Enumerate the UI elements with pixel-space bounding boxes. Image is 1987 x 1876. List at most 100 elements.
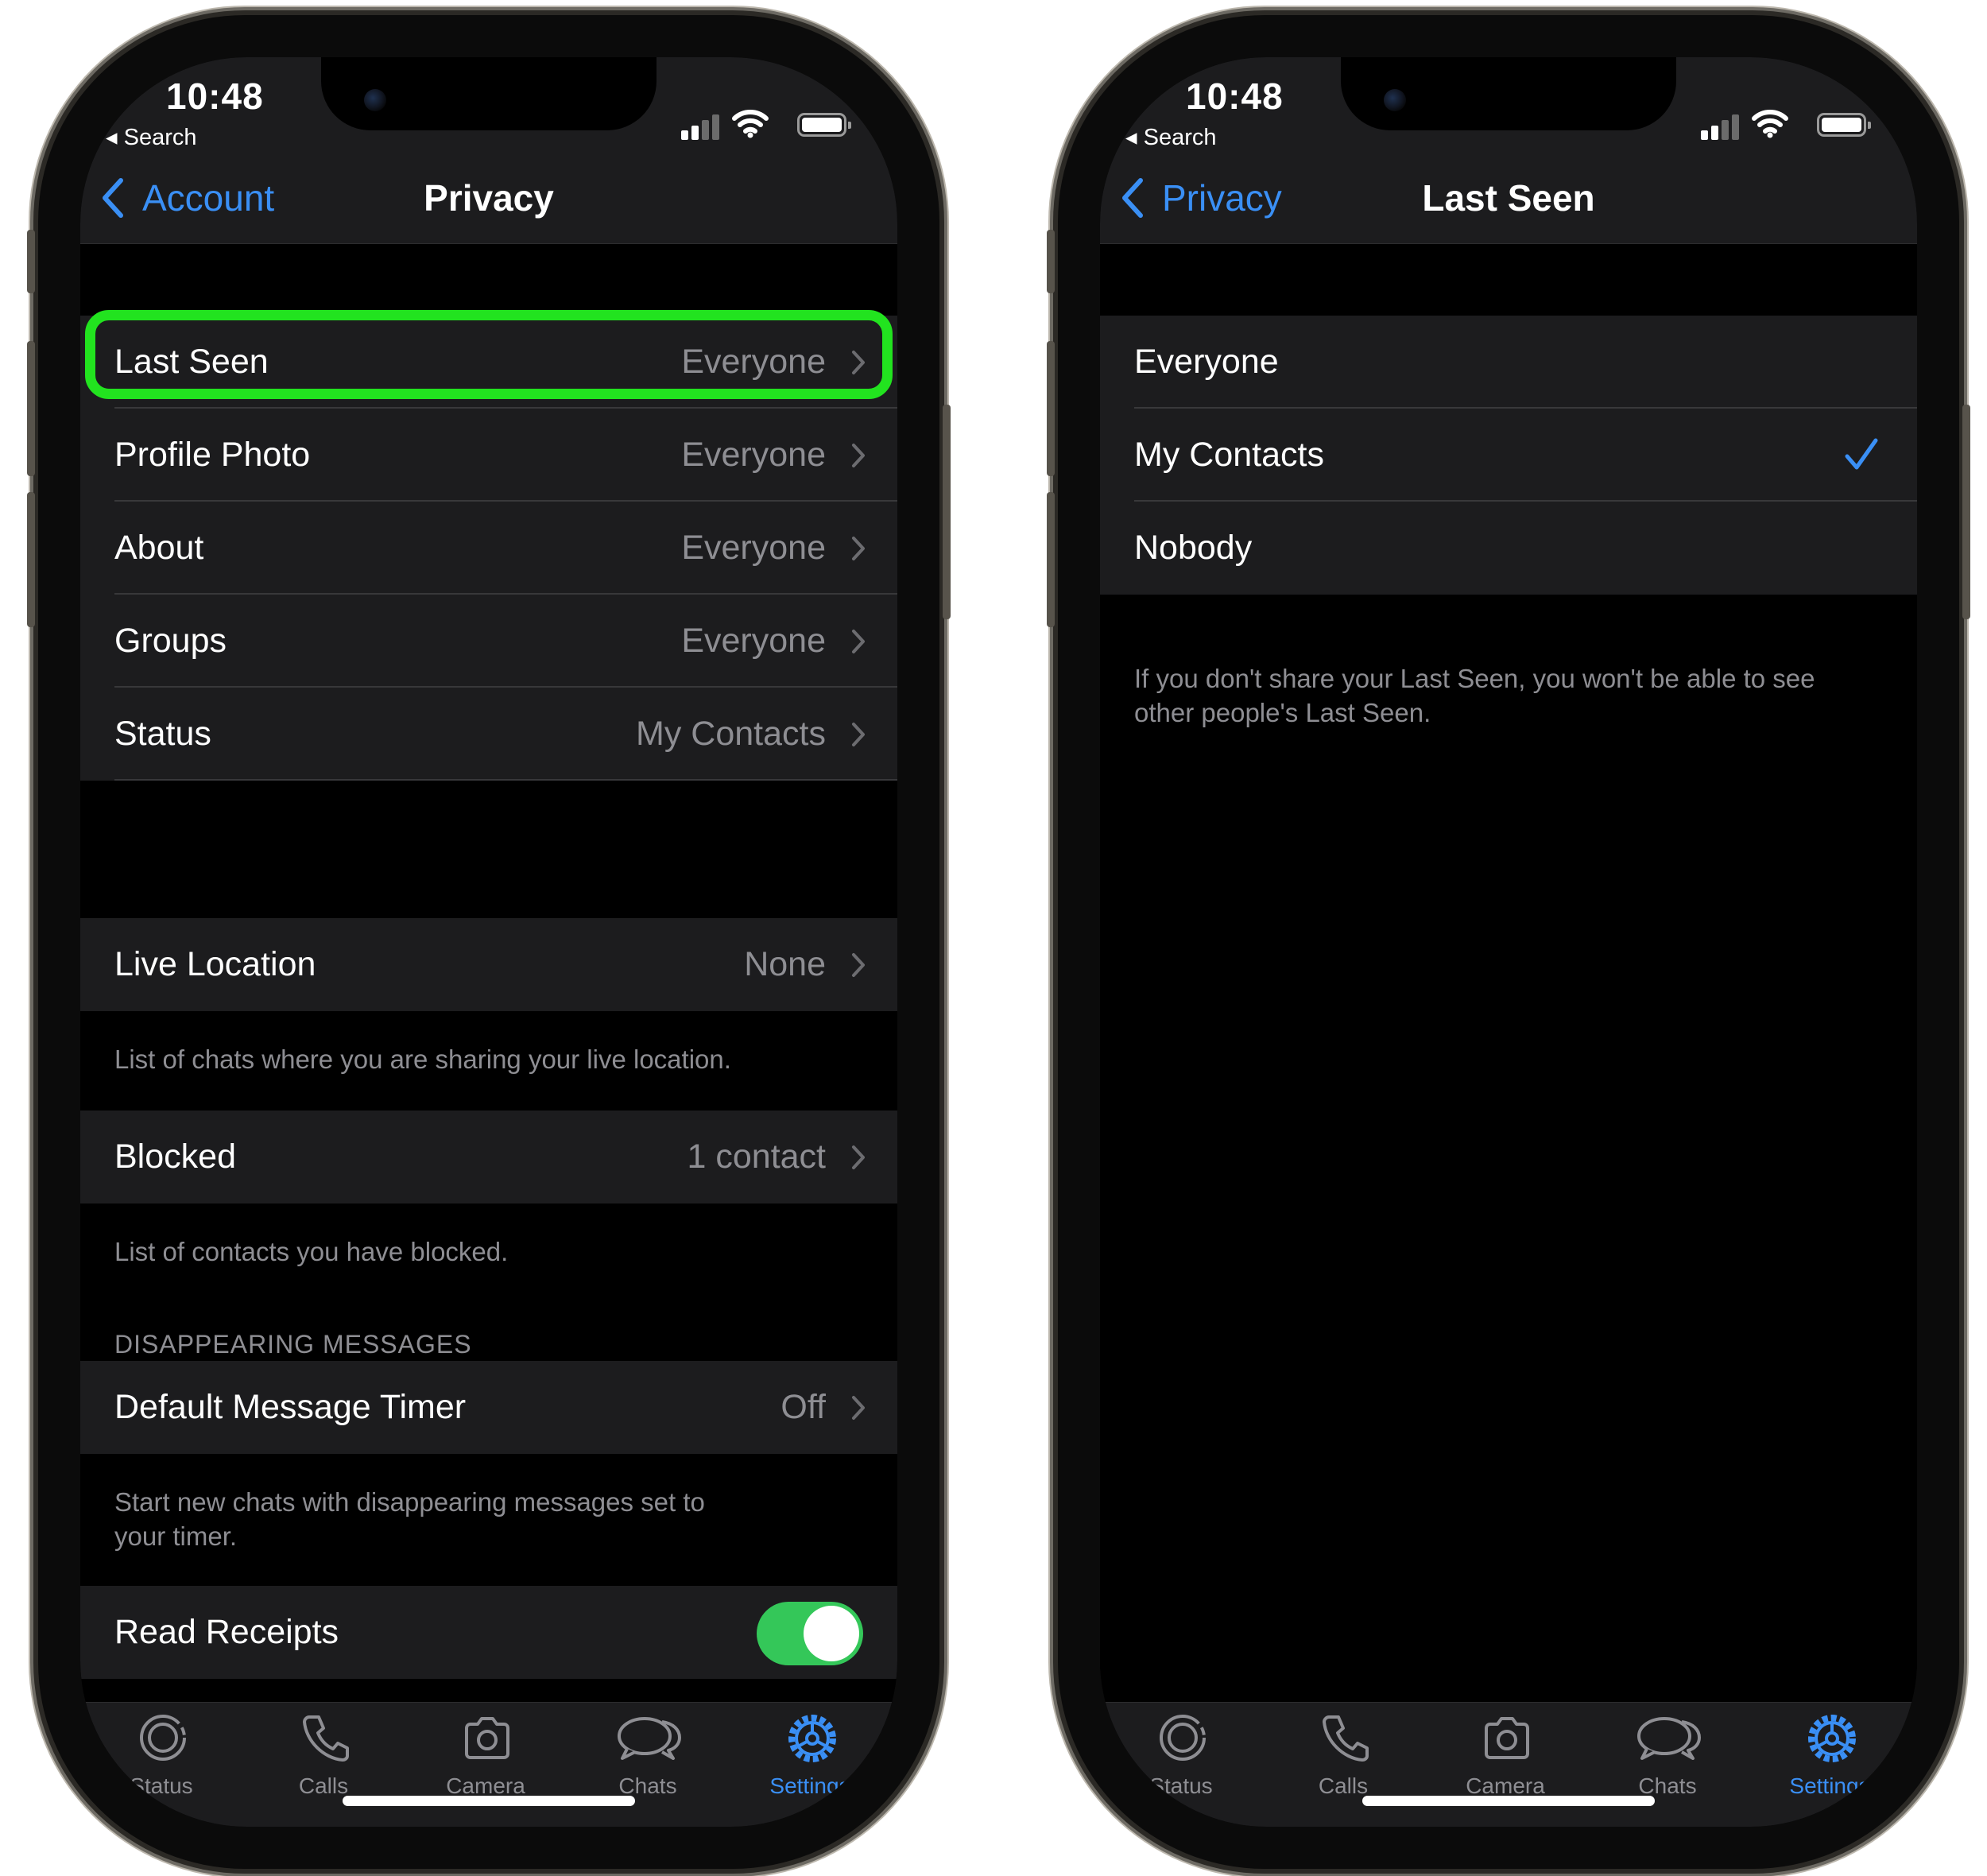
- row-value: Off: [780, 1388, 826, 1426]
- live-location-footer: List of chats where you are sharing your…: [114, 1045, 731, 1074]
- chevron-right-icon: [852, 1145, 865, 1169]
- tab-status[interactable]: Status: [80, 1703, 242, 1806]
- phone-frame-right: 10:48 ◂ Search Privacy Last Seen Everyon…: [1047, 15, 1970, 1869]
- tab-label: Settings: [769, 1773, 850, 1798]
- phone-icon: [303, 1715, 349, 1762]
- row-groups[interactable]: Groups Everyone: [80, 595, 897, 688]
- option-label: Nobody: [1134, 529, 1253, 567]
- screen-privacy: 10:48 ◂ Search Account Privacy Last Seen…: [80, 57, 897, 1827]
- gear-icon: [1808, 1715, 1856, 1762]
- back-to-app-link[interactable]: ◂ Search: [1125, 123, 1217, 151]
- tab-settings[interactable]: Settings: [1749, 1703, 1911, 1806]
- option-nobody[interactable]: Nobody: [1100, 502, 1917, 595]
- tab-calls[interactable]: Calls: [242, 1703, 405, 1806]
- battery-icon: [1817, 113, 1871, 137]
- tab-label: Status: [130, 1773, 193, 1798]
- row-label: Default Message Timer: [114, 1388, 467, 1426]
- side-button: [1962, 405, 1970, 619]
- options-group: Everyone My Contacts Nobody: [1100, 316, 1917, 595]
- row-label: Groups: [114, 622, 227, 660]
- row-live-location[interactable]: Live Location None: [80, 918, 897, 1011]
- back-to-app-link[interactable]: ◂ Search: [106, 123, 197, 151]
- last-seen-options: Everyone My Contacts Nobody If you don't…: [1100, 243, 1917, 1702]
- row-label: Status: [114, 715, 211, 753]
- tab-status[interactable]: Status: [1100, 1703, 1262, 1806]
- chat-bubbles-icon: [1637, 1717, 1701, 1760]
- home-indicator[interactable]: [1362, 1796, 1655, 1806]
- row-value: None: [744, 945, 826, 983]
- row-value: Everyone: [681, 529, 826, 567]
- privacy-list: Last Seen Everyone Profile Photo Everyon…: [80, 243, 897, 1702]
- row-read-receipts: Read Receipts: [80, 1586, 897, 1679]
- row-value: Everyone: [681, 622, 826, 660]
- camera-icon: [465, 1717, 509, 1759]
- last-seen-highlight-box: [85, 310, 893, 399]
- chevron-right-icon: [852, 723, 865, 746]
- row-value: Everyone: [681, 436, 826, 474]
- row-about[interactable]: About Everyone: [80, 502, 897, 595]
- status-time: 10:48: [166, 76, 264, 117]
- battery-icon: [797, 113, 851, 137]
- read-receipts-footer: If you turn off read receipts, you won't…: [114, 1695, 850, 1702]
- live-location-group: Live Location None: [80, 918, 897, 1011]
- volume-up-button: [27, 341, 35, 476]
- last-seen-footer: If you don't share your Last Seen, you w…: [1134, 664, 1815, 727]
- status-ring-icon: [1160, 1715, 1206, 1761]
- option-label: Everyone: [1134, 343, 1279, 381]
- option-my-contacts[interactable]: My Contacts: [1100, 409, 1917, 502]
- volume-down-button: [1047, 492, 1055, 627]
- tab-chats[interactable]: Chats: [567, 1703, 729, 1806]
- silent-switch: [27, 230, 35, 293]
- option-everyone[interactable]: Everyone: [1100, 316, 1917, 409]
- volume-up-button: [1047, 341, 1055, 476]
- front-camera: [1384, 89, 1406, 111]
- chat-bubbles-icon: [618, 1717, 681, 1760]
- chevron-right-icon: [852, 537, 865, 560]
- tab-camera[interactable]: Camera: [405, 1703, 567, 1806]
- chevron-right-icon: [852, 630, 865, 653]
- checkmark-icon: [1845, 438, 1878, 470]
- status-ring-icon: [140, 1715, 186, 1761]
- disappearing-messages-header: DISAPPEARING MESSAGES: [114, 1330, 472, 1359]
- tab-label: Settings: [1789, 1773, 1870, 1798]
- row-label: Live Location: [114, 945, 316, 983]
- disappearing-footer: Start new chats with disappearing messag…: [114, 1487, 705, 1551]
- row-profile-photo[interactable]: Profile Photo Everyone: [80, 409, 897, 502]
- row-value: 1 contact: [687, 1138, 827, 1176]
- tab-settings[interactable]: Settings: [729, 1703, 891, 1806]
- visibility-group: Last Seen Everyone Profile Photo Everyon…: [80, 310, 897, 781]
- row-label: Read Receipts: [114, 1613, 339, 1651]
- tab-chats[interactable]: Chats: [1586, 1703, 1749, 1806]
- phone-frame-left: 10:48 ◂ Search Account Privacy Last Seen…: [27, 15, 951, 1869]
- blocked-footer: List of contacts you have blocked.: [114, 1237, 509, 1266]
- status-time: 10:48: [1186, 76, 1284, 117]
- row-label: Blocked: [114, 1138, 236, 1176]
- chevron-right-icon: [852, 953, 865, 977]
- navigation-bar: Privacy Last Seen: [1100, 153, 1917, 244]
- gear-icon: [788, 1715, 836, 1762]
- tab-camera[interactable]: Camera: [1424, 1703, 1586, 1806]
- tab-bar: Status Calls Camera Chats Settings: [1100, 1702, 1917, 1827]
- disappearing-group: Default Message Timer Off: [80, 1361, 897, 1454]
- screen-last-seen: 10:48 ◂ Search Privacy Last Seen Everyon…: [1100, 57, 1917, 1827]
- tab-label: Status: [1149, 1773, 1213, 1798]
- row-value: My Contacts: [636, 715, 826, 753]
- camera-icon: [1485, 1717, 1529, 1759]
- row-status[interactable]: Status My Contacts: [80, 688, 897, 781]
- option-label: My Contacts: [1134, 436, 1324, 474]
- tab-calls[interactable]: Calls: [1262, 1703, 1424, 1806]
- phone-icon: [1323, 1715, 1369, 1762]
- side-button: [943, 405, 951, 619]
- read-receipts-toggle[interactable]: [757, 1602, 863, 1665]
- silent-switch: [1047, 230, 1055, 293]
- row-blocked[interactable]: Blocked 1 contact: [80, 1110, 897, 1204]
- chevron-right-icon: [852, 1396, 865, 1420]
- home-indicator[interactable]: [343, 1796, 635, 1806]
- navigation-bar: Account Privacy: [80, 153, 897, 244]
- row-label: Profile Photo: [114, 436, 311, 474]
- blocked-group: Blocked 1 contact: [80, 1110, 897, 1204]
- page-title: Privacy: [424, 177, 554, 219]
- row-default-message-timer[interactable]: Default Message Timer Off: [80, 1361, 897, 1454]
- volume-down-button: [27, 492, 35, 627]
- front-camera: [364, 89, 386, 111]
